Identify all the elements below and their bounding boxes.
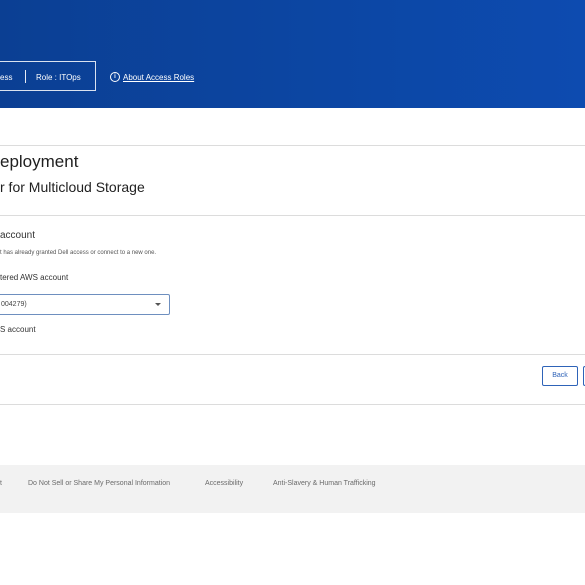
registered-account-option[interactable]: tered AWS account xyxy=(0,273,68,282)
back-button[interactable]: Back xyxy=(542,366,578,386)
divider-section xyxy=(0,215,585,216)
new-account-option[interactable]: S account xyxy=(0,325,36,334)
account-section-title: account xyxy=(0,230,36,241)
footer-link-do-not-sell[interactable]: Do Not Sell or Share My Personal Informa… xyxy=(28,480,170,487)
access-label: ess xyxy=(0,73,13,82)
page: ess Role : ITOps i About Access Roles ep… xyxy=(0,0,585,585)
footer-link-partial[interactable]: t xyxy=(0,480,2,487)
divider-top xyxy=(0,145,585,146)
page-title: eployment xyxy=(0,152,79,171)
divider-actions-top xyxy=(0,354,585,355)
about-access-roles-link[interactable]: i About Access Roles xyxy=(110,72,194,82)
divider-actions-bottom xyxy=(0,404,585,405)
footer xyxy=(0,465,585,513)
role-separator xyxy=(25,70,26,83)
top-header-banner: ess Role : ITOps i About Access Roles xyxy=(0,0,585,108)
account-section-description: t has already granted Dell access or con… xyxy=(0,250,157,256)
page-subtitle: r for Multicloud Storage xyxy=(0,179,145,195)
role-label: Role : ITOps xyxy=(36,73,81,82)
selected-account-value: 004279) xyxy=(1,301,27,308)
footer-link-accessibility[interactable]: Accessibility xyxy=(205,480,243,487)
about-access-roles-text: About Access Roles xyxy=(123,72,195,82)
info-icon: i xyxy=(110,72,120,82)
chevron-down-icon xyxy=(155,303,161,306)
footer-link-anti-slavery[interactable]: Anti-Slavery & Human Trafficking xyxy=(273,480,376,487)
aws-account-select[interactable]: 004279) xyxy=(0,294,170,315)
